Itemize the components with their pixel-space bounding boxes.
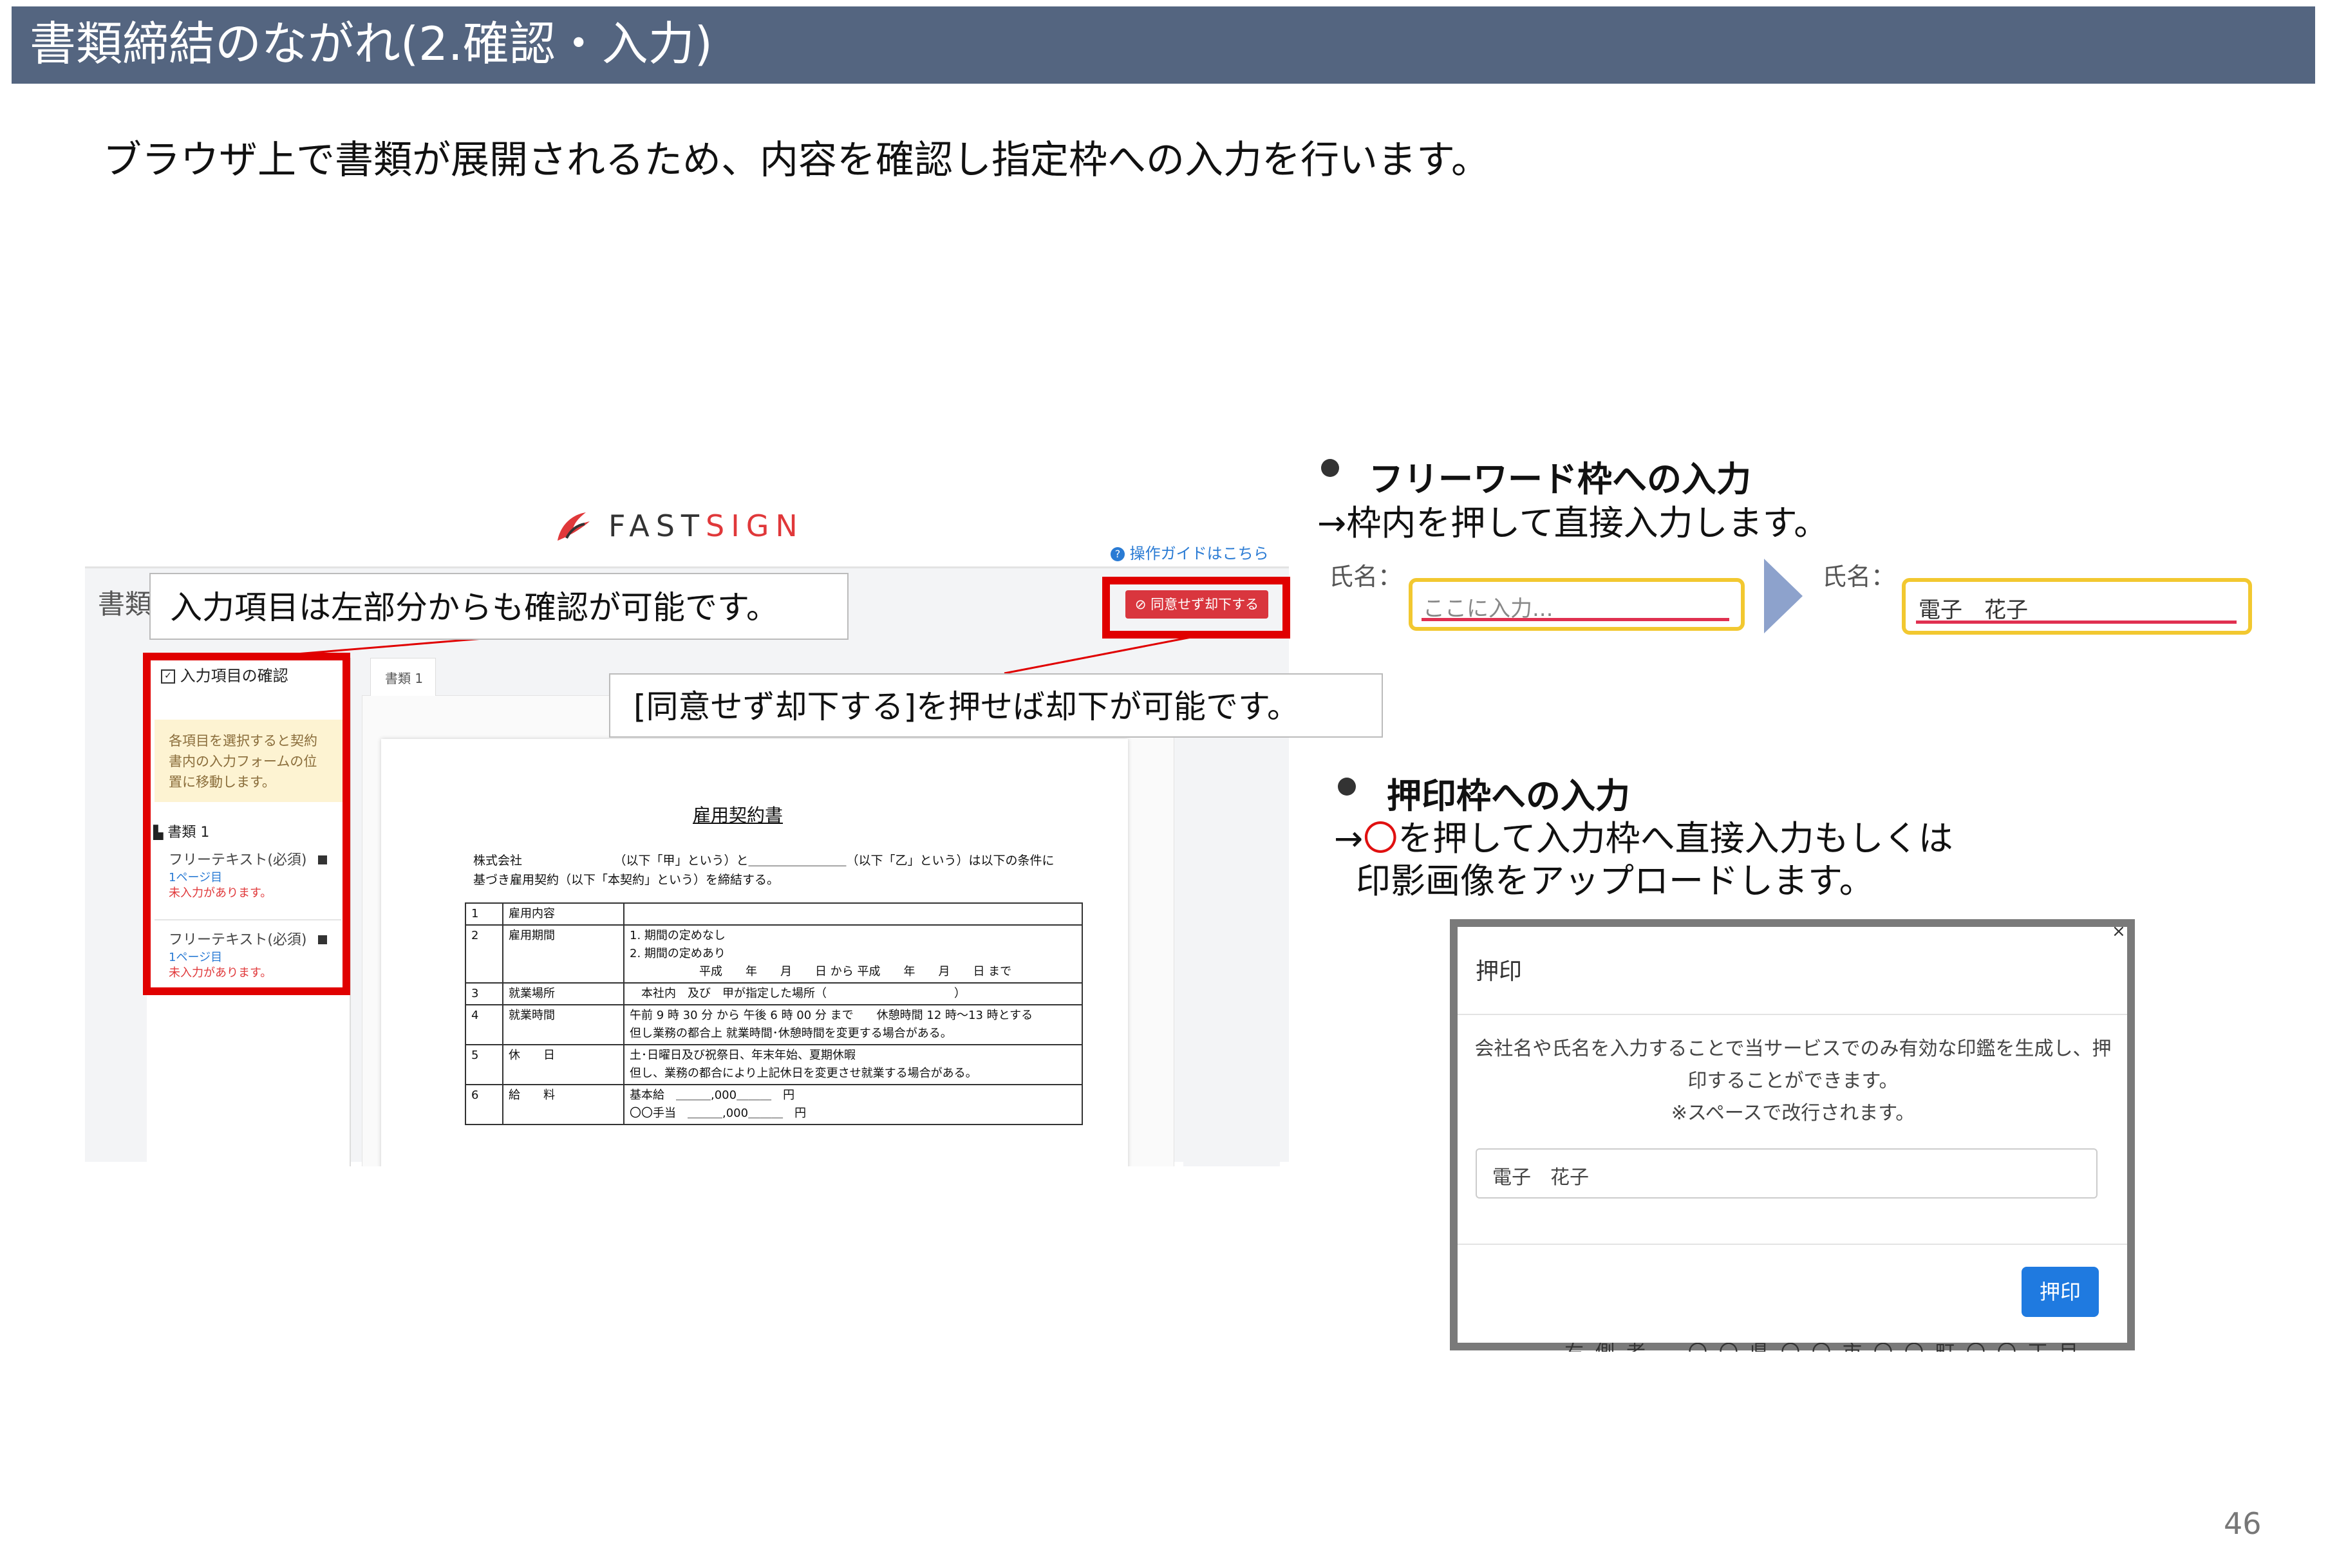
- arrow-right-icon: [1764, 559, 1803, 633]
- dialog-divider: [1458, 1244, 2127, 1245]
- stamp-name-value: 電子 花子: [1492, 1166, 1589, 1189]
- input-underline: [1422, 618, 1729, 621]
- dialog-body-note: ※スペースで改行されます。: [1671, 1102, 1915, 1125]
- freeword-description: →枠内を押して直接入力します。: [1317, 503, 1829, 543]
- dialog-body: 会社名や氏名を入力することで当サービスでのみ有効な印鑑を生成し、押印することがで…: [1474, 1033, 2112, 1130]
- callout-left-panel: 入力項目は左部分からも確認が可能です。: [149, 573, 849, 640]
- callout-reject: [同意せず却下する]を押せば却下が可能です。: [609, 673, 1383, 738]
- name-label-empty: 氏名：: [1329, 563, 1403, 591]
- name-label-filled: 氏名：: [1822, 563, 1896, 591]
- close-icon[interactable]: ×: [2112, 922, 2126, 941]
- stamp-description-line2: 印影画像をアップロードします。: [1356, 861, 1874, 901]
- name-input-value: 電子 花子: [1919, 597, 2028, 623]
- page-number: 46: [2224, 1506, 2262, 1541]
- input-underline: [1916, 621, 2237, 624]
- stamp-button[interactable]: 押印: [2022, 1267, 2099, 1317]
- dialog-title: 押印: [1476, 958, 1523, 985]
- dialog-divider: [1458, 1014, 2127, 1015]
- dialog-body-text: 会社名や氏名を入力することで当サービスでのみ有効な印鑑を生成し、押印することがで…: [1474, 1038, 2112, 1092]
- bullet-icon: [1321, 459, 1339, 477]
- bullet-icon: [1338, 778, 1356, 796]
